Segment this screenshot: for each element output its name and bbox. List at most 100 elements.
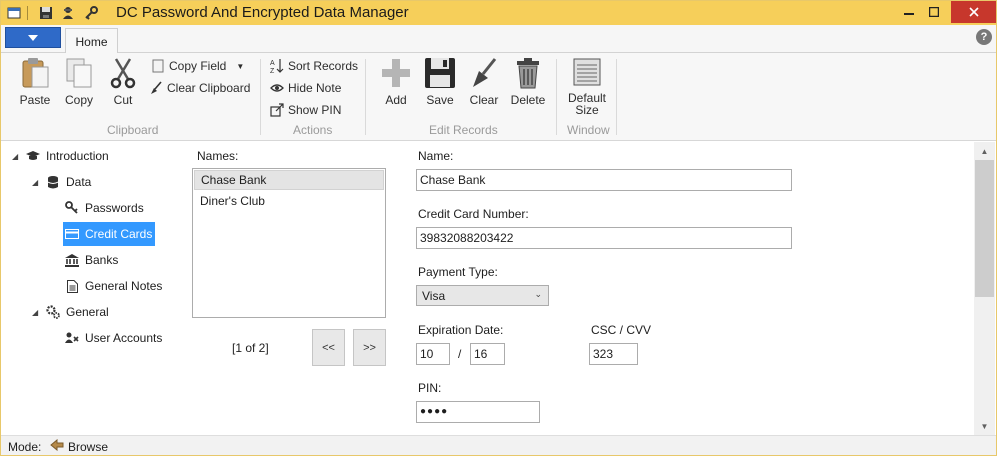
default-size-button[interactable]: Default Size bbox=[564, 57, 610, 116]
paste-icon bbox=[19, 57, 51, 89]
graduation-cap-icon bbox=[26, 149, 40, 163]
clear-clipboard-button[interactable]: Clear Clipboard bbox=[149, 79, 250, 97]
payment-type-label: Payment Type: bbox=[418, 265, 498, 279]
paste-button[interactable]: Paste bbox=[13, 57, 57, 111]
app-icon[interactable] bbox=[6, 5, 22, 21]
cut-button[interactable]: Cut bbox=[101, 57, 145, 111]
expand-triangle-icon[interactable]: ◢ bbox=[12, 152, 20, 161]
help-icon[interactable]: ? bbox=[976, 29, 992, 45]
show-pin-button[interactable]: Show PIN bbox=[270, 101, 341, 119]
mode-value: Browse bbox=[68, 440, 109, 454]
copy-label: Copy bbox=[64, 93, 93, 107]
list-item[interactable]: Diner's Club bbox=[194, 191, 384, 211]
pin-field[interactable]: ●●●● bbox=[416, 401, 540, 423]
expiration-month-field[interactable]: 10 bbox=[416, 343, 450, 365]
svg-text:A: A bbox=[270, 60, 275, 67]
scroll-down-icon[interactable]: ▼ bbox=[974, 418, 995, 434]
scroll-up-icon[interactable]: ▲ bbox=[974, 143, 995, 159]
sort-records-button[interactable]: AZ Sort Records bbox=[270, 57, 358, 75]
cut-label: Cut bbox=[113, 93, 133, 107]
external-link-icon bbox=[270, 103, 284, 117]
name-field-label: Name: bbox=[418, 149, 454, 163]
clear-clipboard-label: Clear Clipboard bbox=[167, 81, 251, 95]
category-tree: ◢ Introduction ◢ Data Passwords Credit C… bbox=[1, 142, 186, 435]
tree-item-label: Introduction bbox=[46, 149, 109, 163]
database-icon bbox=[46, 175, 60, 189]
tree-item-user-accounts[interactable]: User Accounts bbox=[65, 328, 162, 348]
tree-item-banks[interactable]: Banks bbox=[65, 250, 118, 270]
browse-icon bbox=[50, 438, 64, 453]
chevron-down-icon bbox=[28, 34, 38, 41]
csc-field[interactable]: 323 bbox=[589, 343, 638, 365]
maximize-icon[interactable] bbox=[923, 1, 945, 23]
close-icon[interactable] bbox=[951, 1, 996, 23]
status-bar: Mode: Browse bbox=[1, 435, 996, 455]
name-field[interactable]: Chase Bank bbox=[416, 169, 792, 191]
hide-note-label: Hide Note bbox=[288, 81, 342, 95]
tree-item-label: Passwords bbox=[85, 201, 144, 215]
credit-card-icon bbox=[65, 227, 79, 241]
tree-item-general[interactable]: ◢ General bbox=[32, 302, 109, 322]
expiration-date-label: Expiration Date: bbox=[418, 323, 504, 337]
hide-note-button[interactable]: Hide Note bbox=[270, 79, 341, 97]
scroll-thumb[interactable] bbox=[975, 160, 994, 297]
svg-text:Z: Z bbox=[270, 68, 275, 74]
vertical-scrollbar[interactable]: ▲ ▼ bbox=[974, 142, 995, 435]
next-record-button[interactable]: >> bbox=[353, 329, 386, 366]
window-title: DC Password And Encrypted Data Manager bbox=[116, 4, 409, 21]
copy-field-label: Copy Field bbox=[169, 59, 227, 73]
card-number-label: Credit Card Number: bbox=[418, 207, 529, 221]
eye-icon bbox=[270, 81, 284, 95]
tree-item-introduction[interactable]: ◢ Introduction bbox=[12, 146, 109, 166]
scissors-icon bbox=[107, 57, 139, 89]
expand-triangle-icon[interactable]: ◢ bbox=[32, 308, 40, 317]
names-listbox[interactable]: Chase Bank Diner's Club bbox=[192, 168, 386, 318]
tree-item-general-notes[interactable]: General Notes bbox=[65, 276, 162, 296]
ribbon-tab-strip: Home ? bbox=[1, 25, 996, 54]
window-icon bbox=[571, 57, 603, 87]
add-button[interactable]: Add bbox=[374, 57, 418, 111]
trash-can-icon bbox=[512, 57, 544, 89]
minimize-icon[interactable] bbox=[898, 1, 920, 23]
floppy-disk-icon bbox=[424, 57, 456, 89]
pin-label: PIN: bbox=[418, 381, 442, 395]
group-separator bbox=[260, 59, 261, 135]
tree-item-credit-cards[interactable]: Credit Cards bbox=[63, 222, 155, 246]
tree-item-data[interactable]: ◢ Data bbox=[32, 172, 91, 192]
copy-icon bbox=[63, 57, 95, 89]
tab-home[interactable]: Home bbox=[65, 28, 118, 54]
users-icon bbox=[65, 331, 79, 345]
tree-item-label: Credit Cards bbox=[85, 227, 153, 241]
tree-item-label: General bbox=[66, 305, 109, 319]
app-window: DC Password And Encrypted Data Manager H… bbox=[0, 0, 997, 456]
tree-item-label: Banks bbox=[85, 253, 119, 267]
clipboard-group-label: Clipboard bbox=[107, 123, 159, 137]
list-item[interactable]: Chase Bank bbox=[194, 170, 384, 190]
title-bar: DC Password And Encrypted Data Manager bbox=[1, 1, 996, 25]
expiration-year-field[interactable]: 16 bbox=[470, 343, 505, 365]
tree-item-label: General Notes bbox=[85, 279, 163, 293]
previous-record-button[interactable]: << bbox=[312, 329, 345, 366]
agent-icon[interactable] bbox=[60, 5, 76, 21]
payment-type-value: Visa bbox=[422, 289, 446, 303]
expand-triangle-icon[interactable]: ◢ bbox=[32, 178, 40, 187]
tree-item-passwords[interactable]: Passwords bbox=[65, 198, 144, 218]
app-menu-button[interactable] bbox=[5, 27, 61, 48]
card-number-field[interactable]: 39832088203422 bbox=[416, 227, 792, 249]
copy-button[interactable]: Copy bbox=[57, 57, 101, 111]
copy-field-button[interactable]: Copy Field ▼ bbox=[151, 57, 244, 75]
csc-label: CSC / CVV bbox=[591, 323, 652, 337]
chevron-down-icon: ▼ bbox=[236, 61, 245, 71]
default-size-label: Default Size bbox=[567, 91, 607, 117]
save-label: Save bbox=[426, 93, 454, 107]
group-separator bbox=[616, 59, 617, 135]
clear-button[interactable]: Clear bbox=[462, 57, 506, 111]
save-icon[interactable] bbox=[38, 5, 54, 21]
names-label: Names: bbox=[197, 149, 239, 163]
pager-text: [1 of 2] bbox=[232, 341, 269, 355]
delete-button[interactable]: Delete bbox=[506, 57, 550, 111]
delete-label: Delete bbox=[510, 93, 546, 107]
key-icon[interactable] bbox=[83, 5, 99, 21]
save-button[interactable]: Save bbox=[418, 57, 462, 111]
payment-type-select[interactable]: Visa ⌄ bbox=[416, 285, 549, 306]
